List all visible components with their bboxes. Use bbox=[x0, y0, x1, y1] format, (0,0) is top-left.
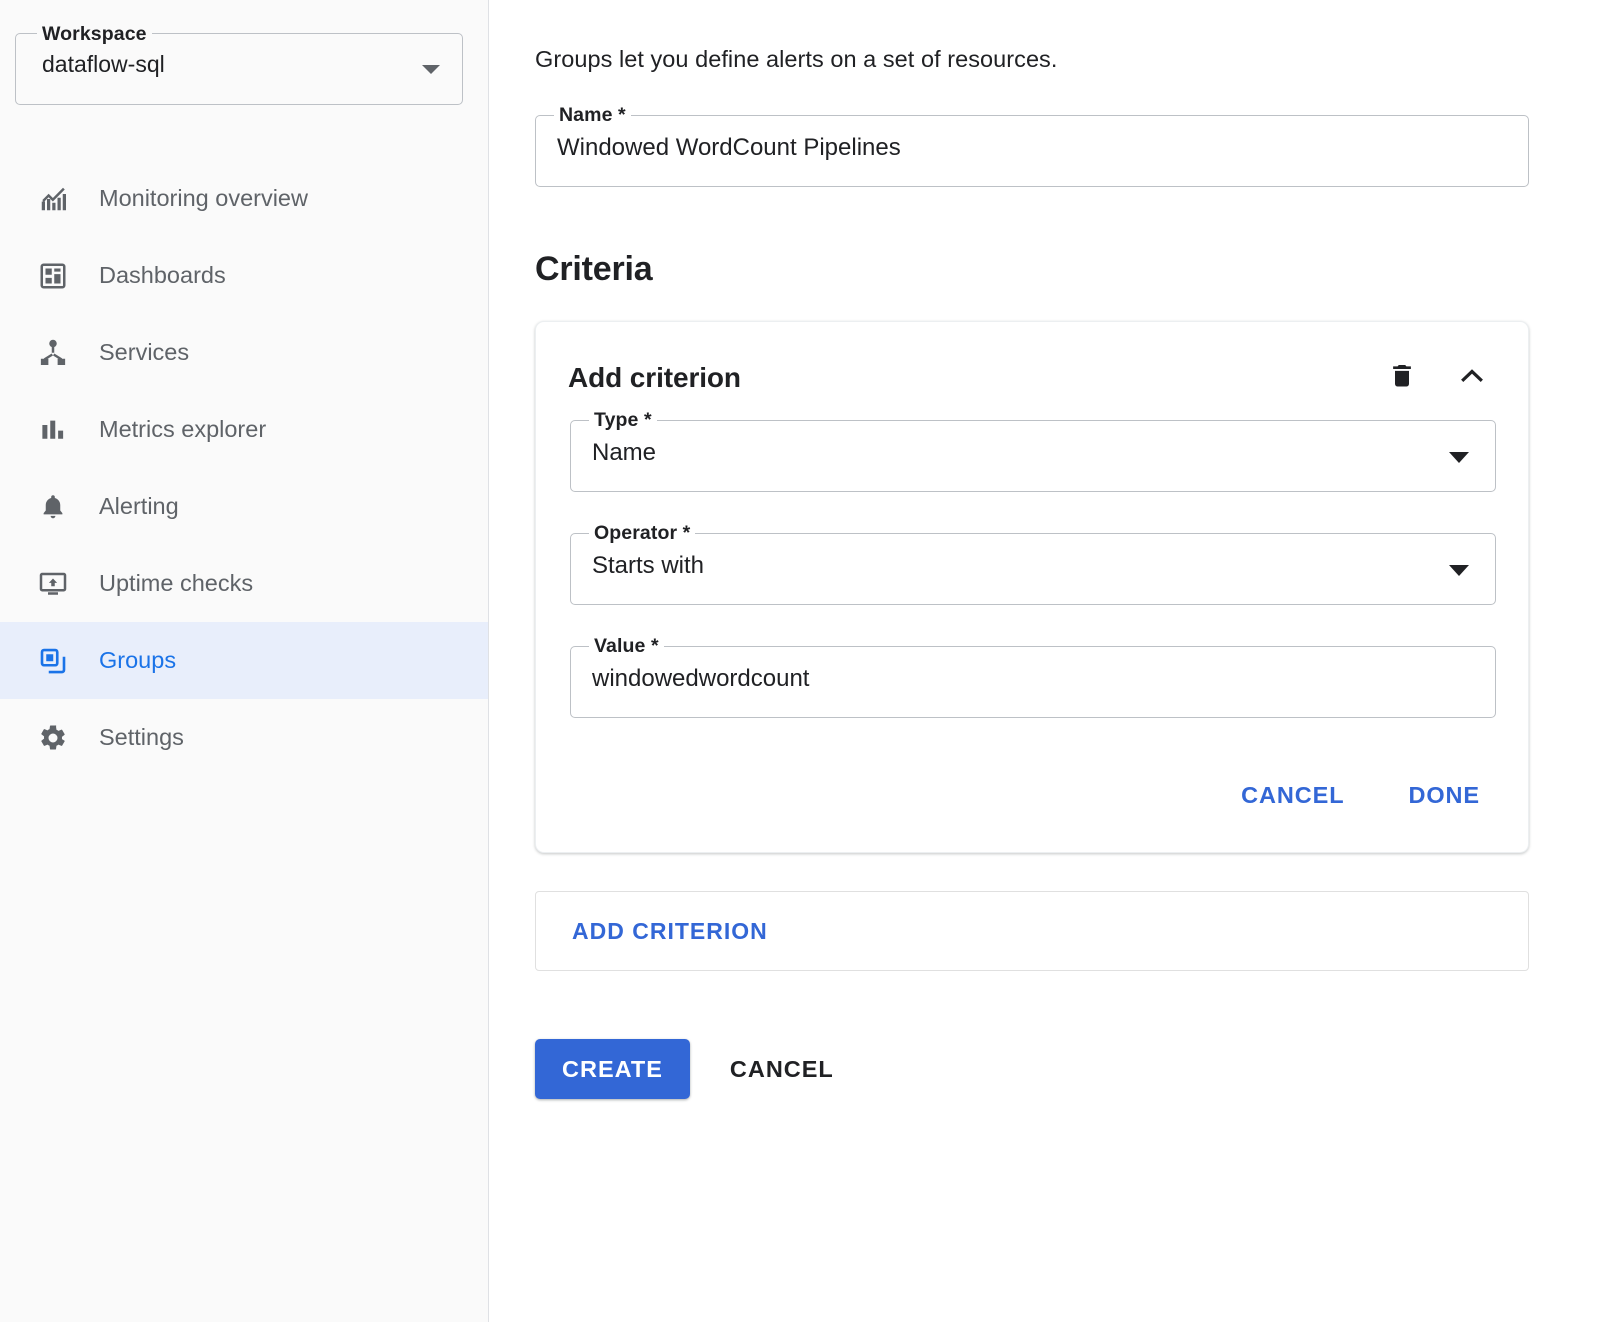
add-criterion-button[interactable]: ADD CRITERION bbox=[554, 906, 786, 957]
collapse-criterion-button[interactable] bbox=[1450, 356, 1494, 400]
sidebar-item-groups[interactable]: Groups bbox=[0, 622, 488, 699]
add-criterion-panel[interactable]: ADD CRITERION bbox=[535, 891, 1529, 971]
criterion-card-body: Type * Name Operator * Starts with Value… bbox=[536, 400, 1528, 718]
sidebar-item-dashboards[interactable]: Dashboards bbox=[0, 237, 488, 314]
cancel-button[interactable]: CANCEL bbox=[706, 1039, 858, 1099]
chart-line-icon bbox=[36, 182, 70, 216]
sidebar-nav: Monitoring overview Dashboards bbox=[0, 160, 488, 776]
criterion-done-button[interactable]: DONE bbox=[1391, 770, 1499, 821]
criterion-card: Add criterion bbox=[535, 321, 1529, 853]
bell-icon bbox=[36, 490, 70, 524]
sidebar-item-label: Uptime checks bbox=[99, 570, 253, 597]
sidebar-item-settings[interactable]: Settings bbox=[0, 699, 488, 776]
group-name-value[interactable]: Windowed WordCount Pipelines bbox=[557, 134, 901, 162]
criteria-heading: Criteria bbox=[535, 250, 1618, 289]
gear-icon bbox=[36, 721, 70, 755]
workspace-selector[interactable]: Workspace dataflow-sql bbox=[15, 33, 463, 105]
chevron-up-icon bbox=[1456, 360, 1488, 395]
intro-text: Groups let you define alerts on a set of… bbox=[535, 46, 1618, 73]
group-name-field[interactable]: Name * Windowed WordCount Pipelines bbox=[535, 115, 1529, 187]
services-node-icon bbox=[36, 336, 70, 370]
monitor-upload-icon bbox=[36, 567, 70, 601]
create-button[interactable]: CREATE bbox=[535, 1039, 690, 1099]
criterion-card-actions: CANCEL DONE bbox=[536, 718, 1528, 852]
sidebar-item-monitoring-overview[interactable]: Monitoring overview bbox=[0, 160, 488, 237]
sidebar-item-alerting[interactable]: Alerting bbox=[0, 468, 488, 545]
criterion-type-select[interactable]: Type * Name bbox=[570, 420, 1496, 492]
criterion-value-field[interactable]: Value * windowedwordcount bbox=[570, 646, 1496, 718]
sidebar: Workspace dataflow-sql Monitoring overvi… bbox=[0, 0, 489, 1322]
sidebar-item-label: Services bbox=[99, 339, 189, 366]
sidebar-item-uptime-checks[interactable]: Uptime checks bbox=[0, 545, 488, 622]
sidebar-item-metrics-explorer[interactable]: Metrics explorer bbox=[0, 391, 488, 468]
dashboard-grid-icon bbox=[36, 259, 70, 293]
chevron-down-icon bbox=[422, 65, 440, 74]
criterion-type-value: Name bbox=[592, 439, 656, 467]
criterion-card-header: Add criterion bbox=[536, 322, 1528, 400]
criterion-operator-value: Starts with bbox=[592, 552, 704, 580]
criterion-operator-label: Operator * bbox=[589, 522, 695, 545]
criterion-title: Add criterion bbox=[568, 362, 1354, 394]
criterion-cancel-button[interactable]: CANCEL bbox=[1223, 770, 1362, 821]
criterion-value-value[interactable]: windowedwordcount bbox=[592, 665, 809, 693]
sidebar-item-label: Monitoring overview bbox=[99, 185, 308, 212]
delete-criterion-button[interactable] bbox=[1380, 356, 1424, 400]
sidebar-item-label: Dashboards bbox=[99, 262, 226, 289]
criterion-value-label: Value * bbox=[589, 635, 664, 658]
form-actions: CREATE CANCEL bbox=[535, 1039, 1618, 1099]
criterion-operator-select[interactable]: Operator * Starts with bbox=[570, 533, 1496, 605]
app-root: Workspace dataflow-sql Monitoring overvi… bbox=[0, 0, 1618, 1322]
groups-layers-icon bbox=[36, 644, 70, 678]
sidebar-item-services[interactable]: Services bbox=[0, 314, 488, 391]
workspace-value: dataflow-sql bbox=[42, 51, 165, 78]
group-name-label: Name * bbox=[554, 104, 631, 127]
dropdown-caret-icon bbox=[1449, 452, 1469, 463]
sidebar-item-label: Alerting bbox=[99, 493, 179, 520]
main-content: Groups let you define alerts on a set of… bbox=[489, 0, 1618, 1322]
trash-icon bbox=[1387, 361, 1417, 394]
workspace-label: Workspace bbox=[37, 23, 152, 46]
sidebar-item-label: Settings bbox=[99, 724, 184, 751]
sidebar-item-label: Groups bbox=[99, 647, 176, 674]
criterion-type-label: Type * bbox=[589, 409, 657, 432]
dropdown-caret-icon bbox=[1449, 565, 1469, 576]
bar-chart-icon bbox=[36, 413, 70, 447]
sidebar-item-label: Metrics explorer bbox=[99, 416, 266, 443]
